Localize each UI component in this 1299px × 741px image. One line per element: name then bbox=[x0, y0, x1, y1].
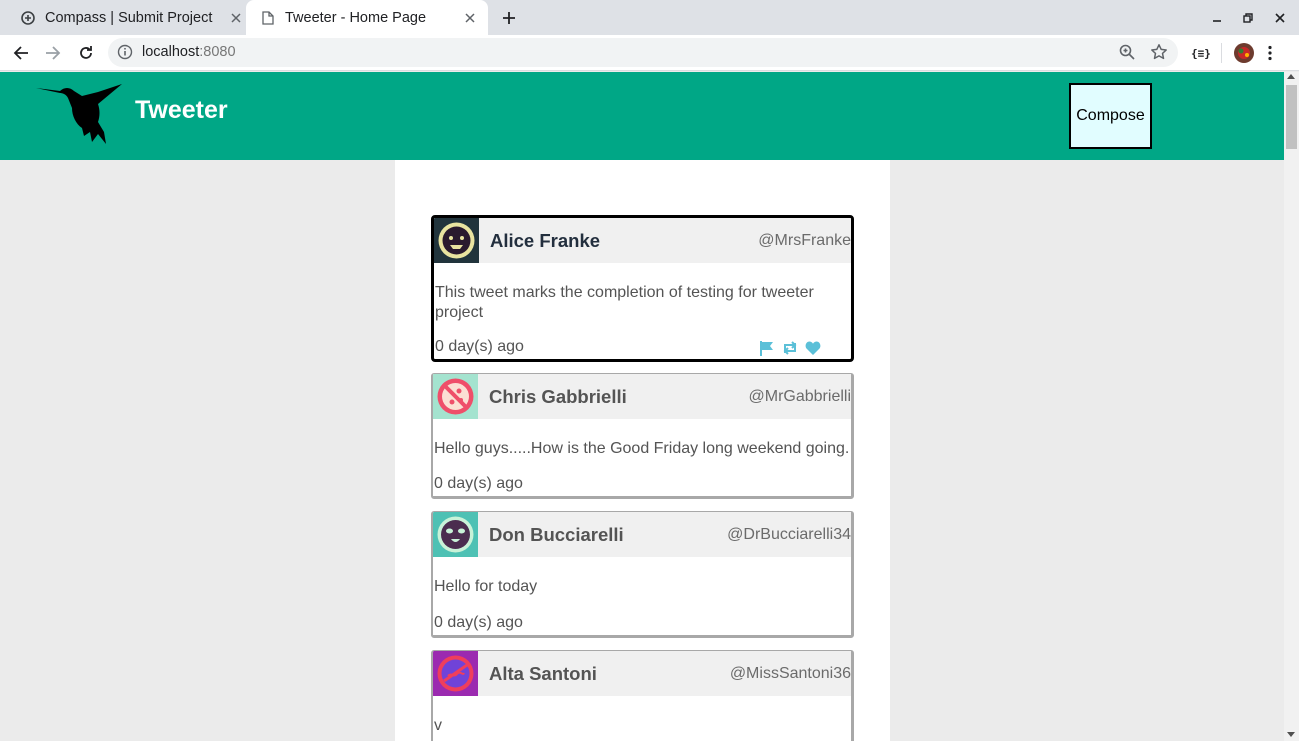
retweet-icon[interactable] bbox=[781, 340, 799, 356]
tweet-header: Alta Santoni @MissSantoni36 bbox=[433, 651, 851, 696]
browser-toolbar: localhost:8080 {≡} bbox=[0, 35, 1299, 71]
close-tab-icon[interactable] bbox=[228, 10, 244, 26]
tab-tweeter[interactable]: Tweeter - Home Page bbox=[246, 0, 488, 35]
browser-tab-strip: Compass | Submit Project Tweeter - Home … bbox=[0, 0, 1299, 35]
tab-title: Tweeter - Home Page bbox=[285, 9, 427, 26]
restore-icon[interactable] bbox=[1237, 7, 1259, 29]
wave-avatar bbox=[433, 651, 478, 696]
heart-icon[interactable] bbox=[805, 340, 821, 356]
scrollbar-thumb[interactable] bbox=[1286, 85, 1297, 149]
tweet-handle: @MrsFranke bbox=[758, 232, 851, 249]
zoom-icon[interactable] bbox=[1118, 43, 1136, 66]
flag-icon[interactable] bbox=[759, 340, 775, 356]
tweet-handle: @DrBucciarelli34 bbox=[727, 526, 851, 543]
tweet-text: This tweet marks the completion of testi… bbox=[435, 284, 814, 321]
brand-title: Tweeter bbox=[135, 96, 228, 124]
json-extension-icon[interactable]: {≡} bbox=[1191, 42, 1211, 64]
toolbar-divider bbox=[1221, 43, 1222, 63]
tweet-actions bbox=[759, 340, 821, 356]
site-info-icon[interactable] bbox=[117, 44, 133, 65]
tweet-card[interactable]: Alta Santoni @MissSantoni36 v bbox=[431, 650, 854, 741]
tweet-header: Alice Franke @MrsFranke bbox=[434, 218, 851, 263]
tweet-age: 0 day(s) ago bbox=[435, 338, 524, 355]
bookmark-star-icon[interactable] bbox=[1150, 43, 1168, 66]
tweet-handle: @MissSantoni36 bbox=[729, 665, 851, 682]
back-arrow-icon[interactable] bbox=[9, 41, 33, 65]
hummingbird-logo-icon bbox=[36, 84, 122, 144]
tweet-text: v bbox=[434, 717, 442, 734]
url-host: localhost bbox=[142, 44, 200, 60]
app-header: Tweeter Compose bbox=[0, 72, 1284, 160]
tweet-header: Don Bucciarelli @DrBucciarelli34 bbox=[433, 512, 851, 557]
tweet-author-name: Alta Santoni bbox=[489, 663, 597, 684]
tweet-author-name: Alice Franke bbox=[490, 230, 601, 251]
tweet-feed: Alice Franke @MrsFranke This tweet marks… bbox=[395, 160, 890, 741]
profile-avatar[interactable] bbox=[1233, 42, 1255, 64]
tab-title: Compass | Submit Project bbox=[45, 9, 213, 26]
tweet-card[interactable]: Don Bucciarelli @DrBucciarelli34 Hello f… bbox=[431, 511, 854, 638]
chrome-menu-icon[interactable] bbox=[1268, 42, 1272, 64]
tweet-author-name: Chris Gabbrielli bbox=[489, 386, 627, 407]
reload-icon[interactable] bbox=[74, 41, 98, 65]
alien-face-avatar bbox=[433, 512, 478, 557]
tweet-text: Hello for today bbox=[434, 578, 538, 595]
address-bar[interactable]: localhost:8080 bbox=[108, 38, 1178, 67]
new-tab-icon[interactable] bbox=[498, 7, 520, 29]
tweet-handle: @MrGabbrielli bbox=[748, 388, 851, 405]
close-window-icon[interactable] bbox=[1269, 7, 1291, 29]
tweet-age: 0 day(s) ago bbox=[434, 614, 523, 631]
tweet-header: Chris Gabbrielli @MrGabbrielli bbox=[433, 374, 851, 419]
close-tab-icon[interactable] bbox=[462, 10, 478, 26]
url-port: :8080 bbox=[199, 44, 236, 60]
url-text: localhost:8080 bbox=[142, 44, 236, 60]
tab-compass[interactable]: Compass | Submit Project bbox=[12, 0, 244, 35]
document-icon bbox=[260, 10, 276, 26]
tweet-card[interactable]: Alice Franke @MrsFranke This tweet marks… bbox=[431, 215, 854, 362]
scroll-down-arrow-icon[interactable] bbox=[1287, 732, 1295, 737]
forward-arrow-icon[interactable] bbox=[41, 41, 65, 65]
page-scrollbar[interactable] bbox=[1284, 72, 1299, 741]
tweet-age: 0 day(s) ago bbox=[434, 475, 523, 492]
compose-button[interactable]: Compose bbox=[1069, 83, 1152, 149]
globe-add-icon bbox=[20, 10, 36, 26]
pizza-avatar bbox=[433, 374, 478, 419]
minimize-icon[interactable] bbox=[1206, 7, 1228, 29]
smiley-face-avatar bbox=[434, 218, 479, 263]
tweet-author-name: Don Bucciarelli bbox=[489, 524, 624, 545]
scroll-up-arrow-icon[interactable] bbox=[1287, 74, 1295, 79]
tweet-card[interactable]: Chris Gabbrielli @MrGabbrielli Hello guy… bbox=[431, 373, 854, 499]
tweet-text: Hello guys.....How is the Good Friday lo… bbox=[434, 440, 850, 457]
